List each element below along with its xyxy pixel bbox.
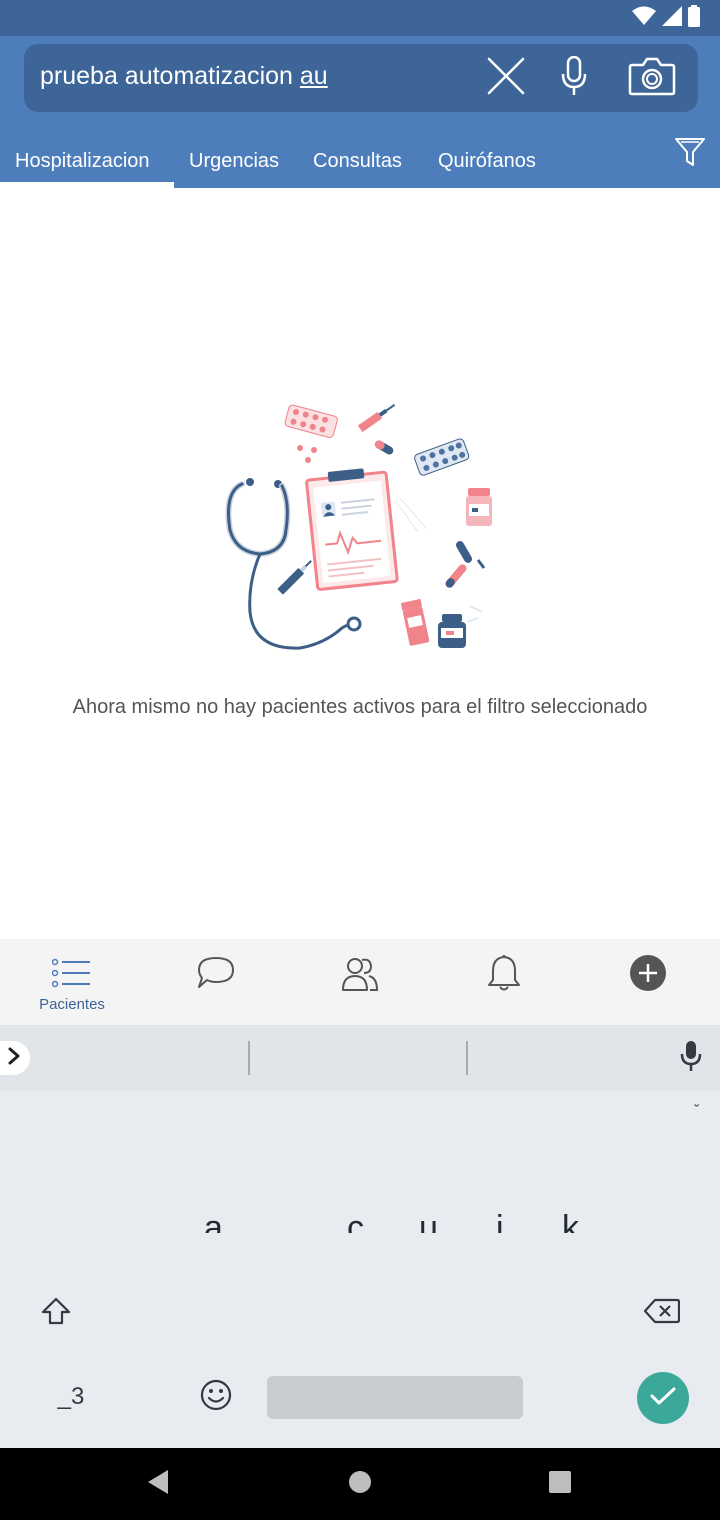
- recents-icon: [549, 1470, 571, 1498]
- recents-button[interactable]: [542, 1466, 578, 1502]
- app-header: prueba automatizacion au Hospitalizacion…: [0, 36, 720, 188]
- camera-search-button[interactable]: [628, 54, 676, 102]
- battery-icon: [688, 4, 700, 32]
- voice-search-button[interactable]: [550, 54, 598, 102]
- search-composing-text: au: [299, 62, 328, 90]
- wifi-icon: [632, 6, 656, 31]
- team-icon: [340, 955, 380, 991]
- camera-icon: [628, 56, 676, 101]
- keyboard-clip-mask: [0, 1233, 720, 1293]
- backspace-key[interactable]: [640, 1293, 684, 1333]
- nav-item-chat[interactable]: [166, 939, 266, 1025]
- bottom-navigation: Pacientes: [0, 939, 720, 1025]
- keyboard-handle: ˇ: [694, 1103, 700, 1120]
- keyboard-expand-button[interactable]: [0, 1041, 30, 1075]
- back-button[interactable]: [140, 1466, 176, 1502]
- space-key[interactable]: [267, 1376, 523, 1419]
- bell-icon: [484, 955, 524, 991]
- expand-icon: [7, 1047, 21, 1070]
- backspace-icon: [643, 1298, 681, 1329]
- keyboard-suggestion-strip: [0, 1025, 720, 1091]
- nav-item-team[interactable]: [310, 939, 410, 1025]
- home-button[interactable]: [342, 1466, 378, 1502]
- patient-list-icon: [52, 955, 92, 991]
- status-bar: [0, 0, 720, 36]
- search-box[interactable]: prueba automatizacion au: [24, 44, 698, 112]
- nav-label-pacientes: Pacientes: [39, 996, 105, 1013]
- nav-item-notifications[interactable]: [454, 939, 554, 1025]
- done-key[interactable]: [637, 1372, 689, 1424]
- filter-button[interactable]: [670, 134, 710, 174]
- status-icons: [632, 4, 700, 32]
- home-icon: [348, 1470, 372, 1499]
- filter-icon: [674, 136, 706, 173]
- medical-illustration: [220, 402, 500, 658]
- emoji-key[interactable]: [196, 1377, 236, 1417]
- shift-key[interactable]: [36, 1293, 76, 1333]
- clear-icon: [487, 57, 525, 100]
- done-check-icon: [650, 1386, 676, 1411]
- tab-quirofanos[interactable]: Quirófanos: [438, 142, 536, 188]
- add-circle-icon: [628, 955, 668, 991]
- empty-state-message: Ahora mismo no hay pacientes activos par…: [72, 696, 648, 718]
- suggestion-divider: [248, 1041, 250, 1075]
- tab-consultas[interactable]: Consultas: [313, 142, 402, 188]
- search-input[interactable]: prueba automatizacion au: [40, 62, 328, 91]
- shift-icon: [41, 1297, 71, 1330]
- patient-list-empty-state: Ahora mismo no hay pacientes activos par…: [0, 188, 720, 939]
- keyboard-voice-button[interactable]: [674, 1039, 708, 1077]
- nav-item-pacientes[interactable]: Pacientes: [22, 939, 122, 1025]
- symbols-key[interactable]: _3: [46, 1379, 96, 1415]
- system-navigation-bar: [0, 1448, 720, 1520]
- soft-keyboard: ˇ a c u i k _3: [0, 1091, 720, 1448]
- emoji-icon: [200, 1379, 232, 1416]
- nav-item-add[interactable]: [598, 939, 698, 1025]
- back-icon: [146, 1469, 170, 1500]
- microphone-icon: [561, 55, 587, 101]
- clear-search-button[interactable]: [482, 54, 530, 102]
- search-query: prueba automatizacion: [40, 62, 300, 90]
- cell-signal-icon: [662, 5, 682, 31]
- tab-urgencias[interactable]: Urgencias: [189, 142, 279, 188]
- suggestion-divider: [466, 1041, 468, 1075]
- keyboard-mic-icon: [680, 1040, 702, 1077]
- chat-bubble-icon: [196, 955, 236, 991]
